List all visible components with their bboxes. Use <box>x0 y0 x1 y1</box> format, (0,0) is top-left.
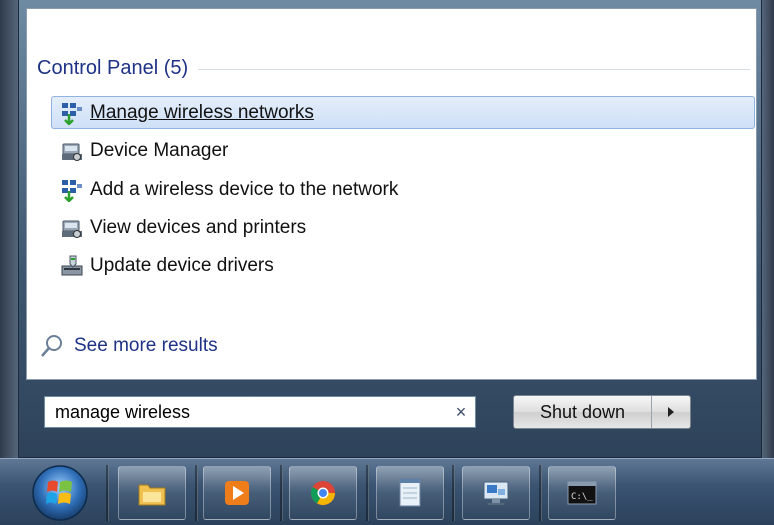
taskbar-separator <box>195 465 198 521</box>
shutdown-control: Shut down <box>513 395 691 429</box>
device-manager-icon <box>62 143 82 161</box>
see-more-results-link[interactable]: See more results <box>36 331 218 361</box>
wireless-network-icon <box>62 102 82 125</box>
result-label: Add a wireless device to the network <box>90 178 399 200</box>
desktop-left-edge <box>0 0 18 458</box>
taskbar: C:\_ <box>0 458 774 525</box>
result-add-wireless-device[interactable]: Add a wireless device to the network <box>51 173 755 206</box>
result-label: View devices and printers <box>90 216 307 238</box>
result-device-manager[interactable]: Device Manager <box>51 134 755 167</box>
folder-icon <box>138 484 166 506</box>
search-icon <box>41 335 62 357</box>
taskbar-notepad[interactable] <box>376 466 444 520</box>
media-player-icon <box>225 481 249 505</box>
shutdown-button[interactable]: Shut down <box>514 396 652 428</box>
result-update-device-drivers[interactable]: Update device drivers <box>51 249 755 282</box>
start-orb-icon[interactable] <box>22 464 98 522</box>
shutdown-label: Shut down <box>539 401 626 422</box>
taskbar-command-prompt[interactable]: C:\_ <box>548 466 616 520</box>
section-header: Control Panel (5) <box>37 53 750 83</box>
wireless-network-icon <box>62 179 82 202</box>
result-label: Device Manager <box>90 139 229 161</box>
taskbar-media-player[interactable] <box>203 466 271 520</box>
desktop-right-edge <box>762 0 774 458</box>
arrow-right-icon <box>668 407 674 417</box>
taskbar-separator <box>366 465 369 521</box>
command-prompt-text: C:\_ <box>571 492 593 502</box>
taskbar-remote-desktop[interactable] <box>462 466 530 520</box>
taskbar-separator <box>452 465 455 521</box>
search-box: × <box>44 396 476 428</box>
result-view-devices-printers[interactable]: View devices and printers <box>51 211 755 244</box>
remote-desktop-icon <box>483 481 509 505</box>
section-divider <box>198 69 750 70</box>
clear-search-button[interactable]: × <box>447 402 475 423</box>
result-manage-wireless-networks[interactable]: Manage wireless networks <box>51 96 755 129</box>
result-label: Update device drivers <box>90 254 274 276</box>
notepad-icon <box>399 479 421 507</box>
see-more-label: See more results <box>74 335 218 356</box>
command-prompt-icon: C:\_ <box>567 481 597 505</box>
result-label: Manage wireless networks <box>90 101 314 123</box>
chrome-icon <box>310 481 335 506</box>
shutdown-options-button[interactable] <box>652 396 690 428</box>
device-driver-icon <box>61 255 83 275</box>
taskbar-separator <box>280 465 283 521</box>
section-title[interactable]: Control Panel (5) <box>37 57 198 80</box>
taskbar-separator <box>106 465 109 521</box>
start-menu-bottom: × Shut down <box>26 380 757 456</box>
search-input[interactable] <box>53 400 447 424</box>
printer-icon <box>62 220 82 238</box>
taskbar-file-explorer[interactable] <box>118 466 186 520</box>
search-results-panel: Control Panel (5) Manage wireless networ… <box>26 8 757 380</box>
taskbar-chrome[interactable] <box>289 466 357 520</box>
taskbar-separator <box>539 465 542 521</box>
